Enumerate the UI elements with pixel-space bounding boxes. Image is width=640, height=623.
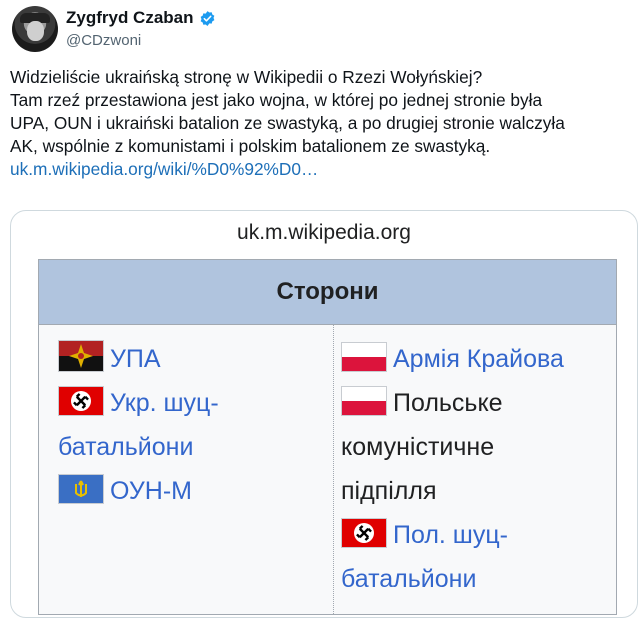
tweet-link[interactable]: uk.m.wikipedia.org/wiki/%D0%92%D0… (10, 159, 318, 179)
ukr-shuc-link[interactable]: Укр. шуц- (110, 389, 219, 417)
upa-link[interactable]: УПА (110, 345, 161, 373)
communist-text-cont: комуністичне (341, 433, 495, 461)
side-entry-ukr-shuc-cont: батальйони (58, 425, 323, 469)
link-preview-card[interactable]: uk.m.wikipedia.org Сторони УПА Укр. шуц-… (10, 210, 638, 618)
tweet-line: UPA, OUN i ukraiński batalion ze swastyk… (10, 113, 565, 133)
infobox-header: Сторони (39, 260, 616, 325)
author-name[interactable]: Zygfryd Czaban (66, 8, 194, 28)
card-domain: uk.m.wikipedia.org (237, 221, 411, 244)
tweet-line: AK, wspólnie z komunistami i polskim bat… (10, 136, 491, 156)
side-entry-upa: УПА (58, 337, 323, 381)
communist-text-cont2: підпілля (341, 477, 437, 505)
poland-flag-icon (341, 386, 387, 416)
infobox-left-column: УПА Укр. шуц- батальйони ОУН-М (58, 337, 323, 513)
side-entry-ak: Армія Крайова (341, 337, 611, 381)
author-handle[interactable]: @CDzwoni (66, 32, 141, 49)
pol-shuc-link-cont[interactable]: батальйони (341, 565, 476, 593)
tweet-text: Widzieliście ukraińską stronę w Wikipedi… (10, 66, 630, 181)
side-entry-communist-cont: комуністичне (341, 425, 611, 469)
upa-emblem-icon (58, 340, 104, 372)
side-entry-pol-shuc: Пол. шуц- (341, 513, 611, 557)
avatar[interactable] (12, 6, 58, 52)
oun-flag-icon (58, 474, 104, 504)
ak-link[interactable]: Армія Крайова (393, 345, 564, 373)
side-entry-pol-shuc-cont: батальйони (341, 557, 611, 601)
swastika-flag-icon (341, 518, 387, 548)
side-entry-communist: Польське (341, 381, 611, 425)
wiki-infobox: Сторони УПА Укр. шуц- батальйони ОУН-М А… (38, 259, 617, 615)
author-row: Zygfryd Czaban (66, 8, 216, 28)
poland-flag-icon (341, 342, 387, 372)
oun-link[interactable]: ОУН-М (110, 477, 192, 505)
pol-shuc-link[interactable]: Пол. шуц- (393, 521, 508, 549)
avatar-face (27, 21, 44, 41)
communist-text: Польське (393, 389, 503, 417)
tweet-line: Widzieliście ukraińską stronę w Wikipedi… (10, 67, 483, 87)
side-entry-ukr-shuc: Укр. шуц- (58, 381, 323, 425)
side-entry-oun: ОУН-М (58, 469, 323, 513)
side-entry-communist-cont2: підпілля (341, 469, 611, 513)
infobox-right-column: Армія Крайова Польське комуністичне підп… (341, 337, 611, 601)
ukr-shuc-link-cont[interactable]: батальйони (58, 433, 193, 461)
tweet-line: Tam rzeź przestawiona jest jako wojna, w… (10, 90, 543, 110)
verified-badge-icon (200, 10, 214, 26)
infobox-divider (333, 325, 334, 614)
swastika-flag-icon (58, 386, 104, 416)
